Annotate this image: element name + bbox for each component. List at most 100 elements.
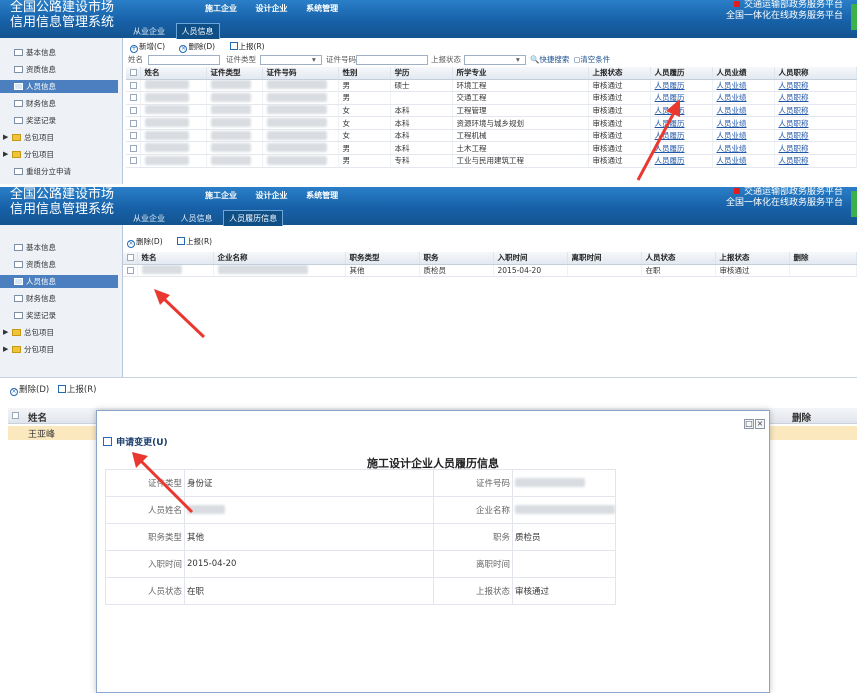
title-link[interactable]: 人员职称 [774, 129, 857, 143]
col-delete[interactable]: 删除 [792, 410, 811, 424]
performance-link[interactable]: 人员业绩 [712, 141, 775, 156]
delete-button[interactable]: × 删除(D) [127, 237, 169, 248]
add-button[interactable]: + 新增(C) [130, 42, 171, 53]
col-company[interactable]: 企业名称 [213, 252, 346, 265]
table-row[interactable]: 女本科 工程机械 审核通过 人员履历 人员业绩 人员职称 [126, 129, 857, 143]
sidebar-item-finance[interactable]: 财务信息 [0, 97, 118, 110]
tab-enterprise[interactable]: 从业企业 [128, 24, 170, 39]
gov-link-1[interactable]: 交通运输部政务服务平台 [744, 0, 843, 10]
col-performance[interactable]: 人员业绩 [712, 67, 775, 80]
gov-link-2[interactable]: 全国一体化在线政务服务平台 [726, 198, 843, 209]
col-end[interactable]: 离职时间 [567, 252, 642, 265]
col-major[interactable]: 所学专业 [452, 67, 589, 80]
col-name[interactable]: 姓名 [140, 67, 207, 80]
cell-delete[interactable] [789, 264, 857, 278]
col-delete[interactable]: 删除 [789, 252, 857, 265]
title-link[interactable]: 人员职称 [774, 154, 857, 168]
nav-construction[interactable]: 施工企业 [205, 4, 237, 13]
resume-link[interactable]: 人员履历 [650, 116, 713, 130]
report-button[interactable]: 上报(R) [57, 385, 96, 395]
report-button[interactable]: 上报(R) [229, 42, 271, 51]
expand-arrow-icon[interactable]: ▶ [3, 343, 8, 356]
title-link[interactable]: 人员职称 [774, 141, 857, 156]
id-no-input[interactable] [356, 55, 428, 65]
row-checkbox[interactable] [130, 81, 137, 89]
resume-link[interactable]: 人员履历 [650, 141, 713, 156]
table-row[interactable]: 男本科 土木工程 审核通过 人员履历 人员业绩 人员职称 [126, 141, 857, 156]
apply-change-button[interactable]: 申请变更(U) [103, 435, 168, 448]
resume-link[interactable]: 人员履历 [650, 79, 713, 93]
close-icon[interactable]: × [755, 419, 765, 429]
col-resume[interactable]: 人员履历 [650, 67, 713, 80]
col-report[interactable]: 上报状态 [715, 252, 790, 265]
tab-resume[interactable]: 人员履历信息 [223, 210, 284, 226]
col-job-type[interactable]: 职务类型 [345, 252, 420, 265]
table-row[interactable]: 女本科 工程管理 审核通过 人员履历 人员业绩 人员职称 [126, 104, 857, 118]
tab-personnel[interactable]: 人员信息 [176, 211, 218, 226]
title-link[interactable]: 人员职称 [774, 116, 857, 130]
sidebar-item-general-projects[interactable]: ▶ 总包项目 [0, 326, 118, 339]
col-gender[interactable]: 性别 [338, 67, 391, 80]
select-all-checkbox[interactable] [12, 412, 19, 419]
chevron-down-icon[interactable]: ▾ [516, 53, 520, 67]
row-checkbox[interactable] [130, 119, 137, 127]
col-state[interactable]: 人员状态 [641, 252, 716, 265]
sidebar-item-basic[interactable]: 基本信息 [0, 46, 118, 59]
chevron-down-icon[interactable]: ▾ [312, 53, 316, 67]
performance-link[interactable]: 人员业绩 [712, 104, 775, 118]
performance-link[interactable]: 人员业绩 [712, 129, 775, 143]
sidebar-item-personnel[interactable]: 人员信息 [0, 275, 118, 288]
select-all-checkbox[interactable] [130, 69, 137, 77]
name-input[interactable] [148, 55, 220, 65]
row-checkbox[interactable] [130, 106, 137, 114]
sidebar-item-general-projects[interactable]: ▶ 总包项目 [0, 131, 118, 144]
nav-design[interactable]: 设计企业 [256, 4, 288, 13]
sidebar-item-rewards[interactable]: 奖惩记录 [0, 114, 118, 127]
nav-construction[interactable]: 施工企业 [205, 191, 237, 200]
expand-arrow-icon[interactable]: ▶ [3, 131, 8, 144]
quick-search-button[interactable]: 🔍快捷搜索 [530, 53, 569, 67]
table-row[interactable]: 男 交通工程 审核通过 人员履历 人员业绩 人员职称 [126, 91, 857, 105]
col-post[interactable]: 职务 [419, 252, 494, 265]
row-checkbox[interactable] [127, 266, 134, 274]
tab-personnel[interactable]: 人员信息 [175, 23, 220, 39]
sidebar-item-sub-projects[interactable]: ▶ 分包项目 [0, 343, 118, 356]
resume-link[interactable]: 人员履历 [650, 129, 713, 143]
title-link[interactable]: 人员职称 [774, 91, 857, 105]
col-report-status[interactable]: 上报状态 [588, 67, 651, 80]
table-row[interactable]: 女本科 资源环境与城乡规划 审核通过 人员履历 人员业绩 人员职称 [126, 116, 857, 130]
delete-button[interactable]: × 删除(D) [10, 385, 49, 396]
title-link[interactable]: 人员职称 [774, 79, 857, 93]
sidebar-item-rewards[interactable]: 奖惩记录 [0, 309, 118, 322]
tab-enterprise[interactable]: 从业企业 [128, 211, 170, 226]
row-checkbox[interactable] [130, 157, 137, 165]
resume-link[interactable]: 人员履历 [650, 91, 713, 105]
col-id-type[interactable]: 证件类型 [206, 67, 263, 80]
expand-arrow-icon[interactable]: ▶ [3, 148, 8, 161]
maximize-icon[interactable]: □ [744, 419, 754, 429]
sidebar-item-qualification[interactable]: 资质信息 [0, 258, 118, 271]
expand-arrow-icon[interactable]: ▶ [3, 326, 8, 339]
col-start[interactable]: 入职时间 [493, 252, 568, 265]
nav-system[interactable]: 系统管理 [306, 191, 338, 200]
sidebar-item-restructure[interactable]: 重组分立申请 [0, 165, 118, 178]
sidebar-item-basic[interactable]: 基本信息 [0, 241, 118, 254]
nav-system[interactable]: 系统管理 [306, 4, 338, 13]
performance-link[interactable]: 人员业绩 [712, 116, 775, 130]
select-all-checkbox[interactable] [127, 254, 134, 262]
sidebar-item-finance[interactable]: 财务信息 [0, 292, 118, 305]
table-row[interactable]: 男硕士 环境工程 审核通过 人员履历 人员业绩 人员职称 [126, 79, 857, 93]
clear-button[interactable]: ◻清空条件 [574, 53, 610, 67]
gov-link-2[interactable]: 全国一体化在线政务服务平台 [726, 11, 843, 22]
col-name[interactable]: 姓名 [137, 252, 214, 265]
col-title[interactable]: 人员职称 [774, 67, 857, 80]
performance-link[interactable]: 人员业绩 [712, 154, 775, 168]
col-id-no[interactable]: 证件号码 [262, 67, 339, 80]
report-button[interactable]: 上报(R) [177, 237, 218, 246]
col-education[interactable]: 学历 [390, 67, 453, 80]
nav-design[interactable]: 设计企业 [256, 191, 288, 200]
resume-link[interactable]: 人员履历 [650, 154, 713, 168]
sidebar-item-personnel[interactable]: 人员信息 [0, 80, 118, 93]
sidebar-item-sub-projects[interactable]: ▶ 分包项目 [0, 148, 118, 161]
sidebar-item-qualification[interactable]: 资质信息 [0, 63, 118, 76]
